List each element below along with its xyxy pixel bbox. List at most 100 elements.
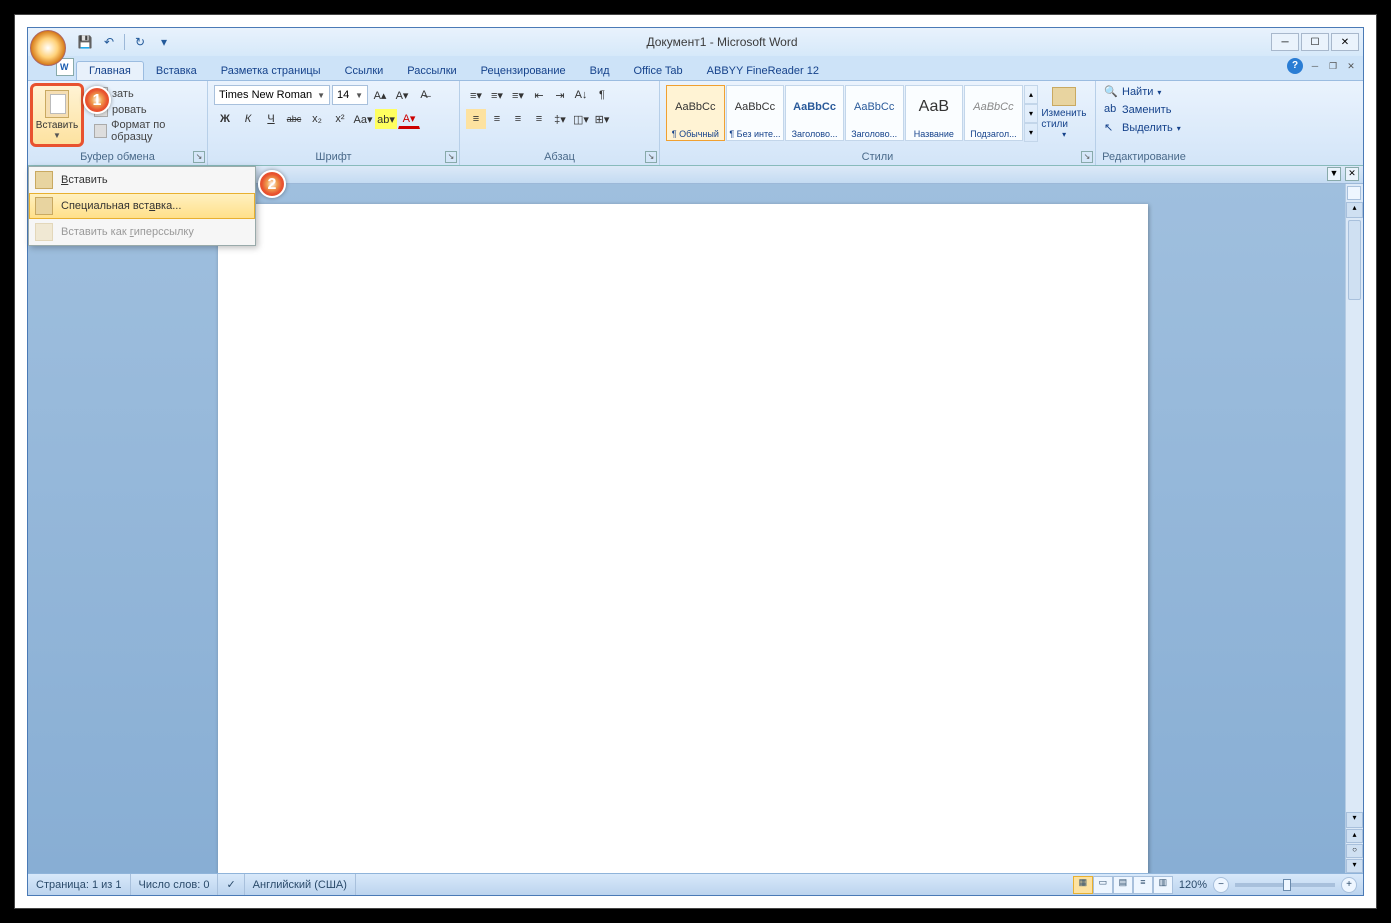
view-outline[interactable]: ≡ [1133,876,1153,894]
scroll-thumb[interactable] [1348,220,1361,300]
change-case-button[interactable]: Aa▾ [352,109,374,129]
status-words[interactable]: Число слов: 0 [131,874,219,895]
format-painter-button[interactable]: Формат по образцу [94,119,203,143]
bold-button[interactable]: Ж [214,109,236,129]
shading-button[interactable]: ◫▾ [571,109,591,129]
copy-button[interactable]: ровать [94,103,203,117]
view-print-layout[interactable]: ▦ [1073,876,1093,894]
paste-dropdown-arrow[interactable]: ▼ [53,131,61,140]
line-spacing-button[interactable]: ‡▾ [550,109,570,129]
font-dialog-launcher[interactable]: ↘ [445,151,457,163]
tab-abbyy[interactable]: ABBYY FineReader 12 [695,62,831,80]
decrease-indent-button[interactable]: ⇤ [529,85,549,105]
tab-review[interactable]: Рецензирование [469,62,578,80]
tab-close-button[interactable]: ✕ [1345,167,1359,181]
redo-button[interactable]: ↻ [131,33,149,51]
tab-list-button[interactable]: ▼ [1327,167,1341,181]
next-page-button[interactable]: ▾ [1346,859,1363,873]
font-color-button[interactable]: A▾ [398,109,420,129]
superscript-button[interactable]: x² [329,109,351,129]
align-left-button[interactable]: ≡ [466,109,486,129]
tab-insert[interactable]: Вставка [144,62,209,80]
tab-page-layout[interactable]: Разметка страницы [209,62,333,80]
view-draft[interactable]: ▥ [1153,876,1173,894]
style-heading2[interactable]: AaBbCcЗаголово... [845,85,904,141]
zoom-slider[interactable] [1235,883,1335,887]
group-clipboard: Вставить ▼ 1 зать ровать Формат по образ… [28,81,208,165]
font-size-combo[interactable]: 14▼ [332,85,368,105]
styles-scroll-up[interactable]: ▴ [1024,85,1039,104]
increase-indent-button[interactable]: ⇥ [550,85,570,105]
prev-page-button[interactable]: ▴ [1346,829,1363,843]
style-title[interactable]: АаВНазвание [905,85,964,141]
help-icon[interactable]: ? [1287,58,1303,74]
tab-references[interactable]: Ссылки [333,62,396,80]
paste-button[interactable]: Вставить ▼ [30,83,84,147]
justify-button[interactable]: ≡ [529,109,549,129]
view-full-screen[interactable]: ▭ [1093,876,1113,894]
scroll-down-button[interactable]: ▾ [1346,812,1363,828]
paragraph-dialog-launcher[interactable]: ↘ [645,151,657,163]
tab-view[interactable]: Вид [578,62,622,80]
status-page[interactable]: Страница: 1 из 1 [28,874,131,895]
change-styles-button[interactable]: Изменить стили▾ [1039,85,1089,141]
style-normal[interactable]: AaBbCc¶ Обычный [666,85,725,141]
subscript-button[interactable]: x₂ [306,109,328,129]
clipboard-dialog-launcher[interactable]: ↘ [193,151,205,163]
style-no-spacing[interactable]: AaBbCc¶ Без инте... [726,85,785,141]
font-name-combo[interactable]: Times New Roman▼ [214,85,330,105]
shrink-font-button[interactable]: A▾ [392,85,412,105]
styles-dialog-launcher[interactable]: ↘ [1081,151,1093,163]
group-styles: AaBbCc¶ Обычный AaBbCc¶ Без инте... AaBb… [660,81,1096,165]
underline-button[interactable]: Ч [260,109,282,129]
sort-button[interactable]: A↓ [571,85,591,105]
tab-home[interactable]: Главная [76,61,144,80]
doc-restore[interactable]: ❐ [1327,60,1339,72]
office-button[interactable] [30,30,66,66]
scroll-up-button[interactable]: ▴ [1346,202,1363,218]
minimize-button[interactable]: ─ [1271,33,1299,51]
undo-button[interactable]: ↶ [100,33,118,51]
italic-button[interactable]: К [237,109,259,129]
multilevel-button[interactable]: ≡▾ [508,85,528,105]
bullets-button[interactable]: ≡▾ [466,85,486,105]
menu-paste[interactable]: Вставить [29,167,255,193]
view-web-layout[interactable]: ▤ [1113,876,1133,894]
callout-badge-1: 1 [83,86,111,114]
tab-mailings[interactable]: Рассылки [395,62,468,80]
grow-font-button[interactable]: A▴ [370,85,390,105]
replace-button[interactable]: abЗаменить [1100,101,1188,119]
browse-object-button[interactable]: ○ [1346,844,1363,858]
ruler-toggle[interactable] [1347,186,1361,200]
borders-button[interactable]: ⊞▾ [592,109,612,129]
highlight-button[interactable]: ab▾ [375,109,397,129]
clear-formatting-button[interactable]: A̶ [414,85,434,105]
show-marks-button[interactable]: ¶ [592,85,612,105]
status-proofing[interactable]: ✓ [218,874,244,895]
qat-customize[interactable]: ▾ [155,33,173,51]
format-painter-icon [94,124,107,138]
tab-office-tab[interactable]: Office Tab [622,62,695,80]
close-button[interactable]: ✕ [1331,33,1359,51]
status-language[interactable]: Английский (США) [245,874,356,895]
style-heading1[interactable]: AaBbCcЗаголово... [785,85,844,141]
strikethrough-button[interactable]: abc [283,109,305,129]
zoom-in-button[interactable]: + [1341,877,1357,893]
align-right-button[interactable]: ≡ [508,109,528,129]
numbering-button[interactable]: ≡▾ [487,85,507,105]
align-center-button[interactable]: ≡ [487,109,507,129]
styles-expand[interactable]: ▾ [1024,123,1039,142]
find-button[interactable]: 🔍Найти▾ [1100,83,1188,101]
styles-scroll-down[interactable]: ▾ [1024,104,1039,123]
style-subtitle[interactable]: AaBbCcПодзагол... [964,85,1023,141]
doc-minimize[interactable]: ─ [1309,60,1321,72]
select-button[interactable]: ↖Выделить▾ [1100,119,1188,137]
doc-close[interactable]: ✕ [1345,60,1357,72]
menu-paste-special[interactable]: Специальная вставка... [29,193,255,219]
zoom-level[interactable]: 120% [1173,879,1213,891]
zoom-out-button[interactable]: − [1213,877,1229,893]
maximize-button[interactable]: ☐ [1301,33,1329,51]
page[interactable] [218,204,1148,873]
save-button[interactable]: 💾 [76,33,94,51]
zoom-thumb[interactable] [1283,879,1291,891]
